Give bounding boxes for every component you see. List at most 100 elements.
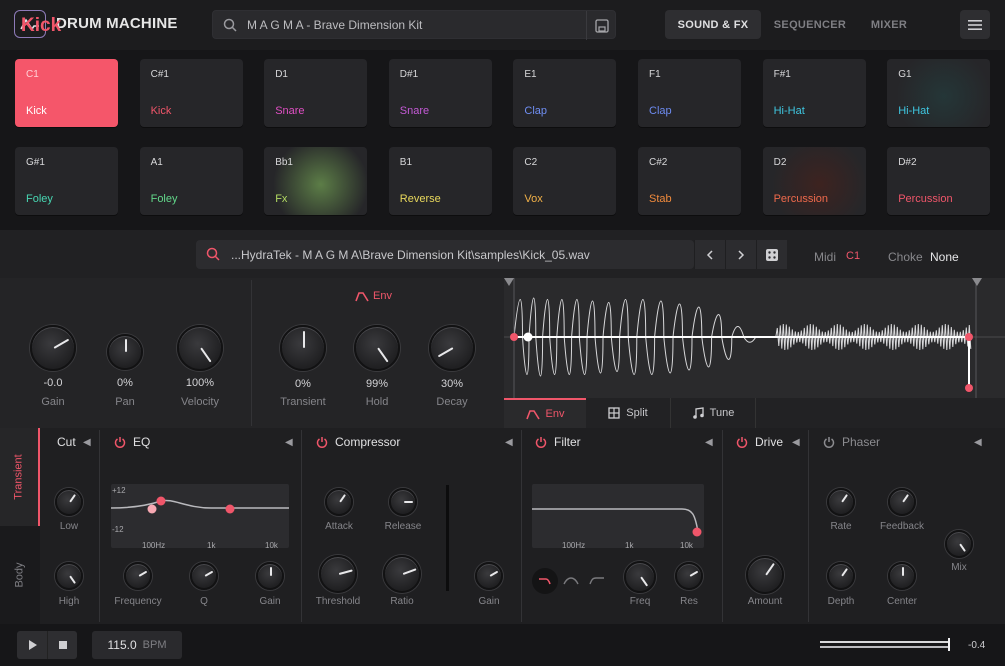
start-marker-icon[interactable]: [504, 278, 514, 286]
eq-band-handle[interactable]: [225, 504, 235, 514]
tab-body[interactable]: Body: [0, 526, 40, 624]
eq-graph[interactable]: [110, 484, 289, 548]
power-icon[interactable]: [823, 436, 835, 448]
filter-cutoff-handle[interactable]: [692, 527, 702, 537]
tab-env[interactable]: Env: [504, 398, 586, 428]
cut-low-knob[interactable]: [55, 488, 83, 516]
chevron-left-icon[interactable]: ◀: [285, 437, 293, 448]
comp-ratio-knob[interactable]: [383, 555, 421, 593]
env-header[interactable]: Env: [355, 290, 392, 302]
pan-knob[interactable]: [107, 334, 143, 370]
pad-g1[interactable]: G1 Hi-Hat: [887, 59, 991, 127]
next-sample-button[interactable]: [725, 240, 756, 269]
tab-split[interactable]: Split: [586, 398, 671, 428]
sample-path-field[interactable]: ...HydraTek - M A G M A\Brave Dimension …: [196, 240, 694, 269]
power-icon[interactable]: [316, 436, 328, 448]
phaser-center-knob[interactable]: [888, 562, 916, 590]
chevron-left-icon[interactable]: ◀: [705, 437, 713, 448]
power-icon[interactable]: [736, 436, 748, 448]
gain-knob[interactable]: [30, 325, 76, 371]
bandpass-button[interactable]: [563, 572, 579, 590]
save-button[interactable]: [586, 11, 616, 40]
comp-threshold-knob[interactable]: [319, 555, 357, 593]
pad-d2[interactable]: D2 Percussion: [762, 147, 866, 215]
pad-cs2[interactable]: C#2 Stab: [638, 147, 741, 215]
tab-sequencer[interactable]: SEQUENCER: [766, 10, 854, 39]
end-marker-icon[interactable]: [972, 278, 982, 286]
pad-cs1[interactable]: C#1 Kick: [139, 59, 243, 127]
bpm-field[interactable]: 115.0 BPM: [92, 631, 182, 659]
drive-amount-knob[interactable]: [746, 556, 784, 594]
filter-graph[interactable]: [532, 484, 704, 548]
midi-note-value[interactable]: C1: [846, 250, 860, 262]
highpass-button[interactable]: [589, 572, 605, 590]
eq-band-handle[interactable]: [147, 504, 157, 514]
cut-header[interactable]: Cut: [57, 428, 76, 456]
tab-transient-label: Transient: [13, 454, 26, 500]
cut-high-knob[interactable]: [55, 562, 83, 590]
eq-frequency-knob[interactable]: [124, 562, 152, 590]
comp-attack-knob[interactable]: [325, 488, 353, 516]
phaser-header[interactable]: Phaser: [823, 428, 880, 456]
pad-c1[interactable]: C1 Kick: [15, 59, 118, 127]
chevron-left-icon[interactable]: ◀: [974, 437, 982, 448]
stop-button[interactable]: [47, 631, 77, 659]
chevron-left-icon[interactable]: ◀: [83, 437, 91, 448]
chevron-left-icon[interactable]: ◀: [505, 437, 513, 448]
eq-gain-knob[interactable]: [256, 562, 284, 590]
filter-header[interactable]: Filter: [535, 428, 581, 456]
random-sample-button[interactable]: [756, 240, 787, 269]
compressor-header[interactable]: Compressor: [316, 428, 400, 456]
pad-ds1[interactable]: D#1 Snare: [388, 59, 492, 127]
tab-mixer[interactable]: MIXER: [858, 10, 920, 39]
play-button[interactable]: [17, 631, 47, 659]
chevron-left-icon[interactable]: ◀: [792, 437, 800, 448]
power-icon[interactable]: [535, 436, 547, 448]
pad-d1[interactable]: D1 Snare: [264, 59, 368, 127]
pad-ds2[interactable]: D#2 Percussion: [887, 147, 991, 215]
pad-f1[interactable]: F1 Clap: [638, 59, 741, 127]
lowpass-button[interactable]: [532, 568, 558, 594]
menu-button[interactable]: [960, 10, 990, 39]
env-decay-handle[interactable]: [965, 384, 973, 392]
choke-value[interactable]: None: [930, 250, 959, 264]
pad-gs1[interactable]: G#1 Foley: [15, 147, 118, 215]
pad-note: F#1: [773, 69, 791, 80]
tab-tune[interactable]: Tune: [671, 398, 756, 428]
eq-header[interactable]: EQ: [114, 428, 150, 456]
transient-knob[interactable]: [280, 325, 326, 371]
tab-transient[interactable]: Transient: [0, 428, 40, 526]
hold-knob[interactable]: [354, 325, 400, 371]
tab-sound-fx[interactable]: SOUND & FX: [665, 10, 761, 39]
phaser-feedback-knob[interactable]: [888, 488, 916, 516]
pad-c2[interactable]: C2 Vox: [513, 147, 617, 215]
env-attack-handle[interactable]: [523, 332, 533, 342]
pad-fs1[interactable]: F#1 Hi-Hat: [762, 59, 866, 127]
decay-knob[interactable]: [429, 325, 475, 371]
filter-res-knob[interactable]: [675, 562, 703, 590]
filter-freq-knob[interactable]: [624, 561, 656, 593]
drive-header[interactable]: Drive: [736, 428, 783, 456]
env-hold-handle[interactable]: [965, 333, 973, 341]
waveform-display[interactable]: [504, 278, 1005, 398]
comp-release-knob[interactable]: [389, 488, 417, 516]
phaser-depth-label: Depth: [827, 596, 855, 607]
kit-search-input[interactable]: M A G M A - Brave Dimension Kit: [212, 10, 616, 40]
env-start-handle[interactable]: [510, 333, 518, 341]
phaser-mix-knob[interactable]: [945, 530, 973, 558]
pad-bb1[interactable]: Bb1 Fx: [264, 147, 368, 215]
eq-q-knob[interactable]: [190, 562, 218, 590]
comp-gain-knob[interactable]: [475, 562, 503, 590]
prev-sample-button[interactable]: [694, 240, 725, 269]
power-icon[interactable]: [114, 436, 126, 448]
pad-e1[interactable]: E1 Clap: [513, 59, 617, 127]
pad-sound-name: Percussion: [898, 193, 953, 205]
volume-slider-handle[interactable]: [948, 638, 950, 651]
play-icon: [28, 640, 37, 650]
phaser-rate-knob[interactable]: [827, 488, 855, 516]
phaser-depth-knob[interactable]: [827, 562, 855, 590]
velocity-knob[interactable]: [177, 325, 223, 371]
eq-band-handle[interactable]: [156, 496, 166, 506]
pad-a1[interactable]: A1 Foley: [139, 147, 243, 215]
pad-b1[interactable]: B1 Reverse: [388, 147, 492, 215]
